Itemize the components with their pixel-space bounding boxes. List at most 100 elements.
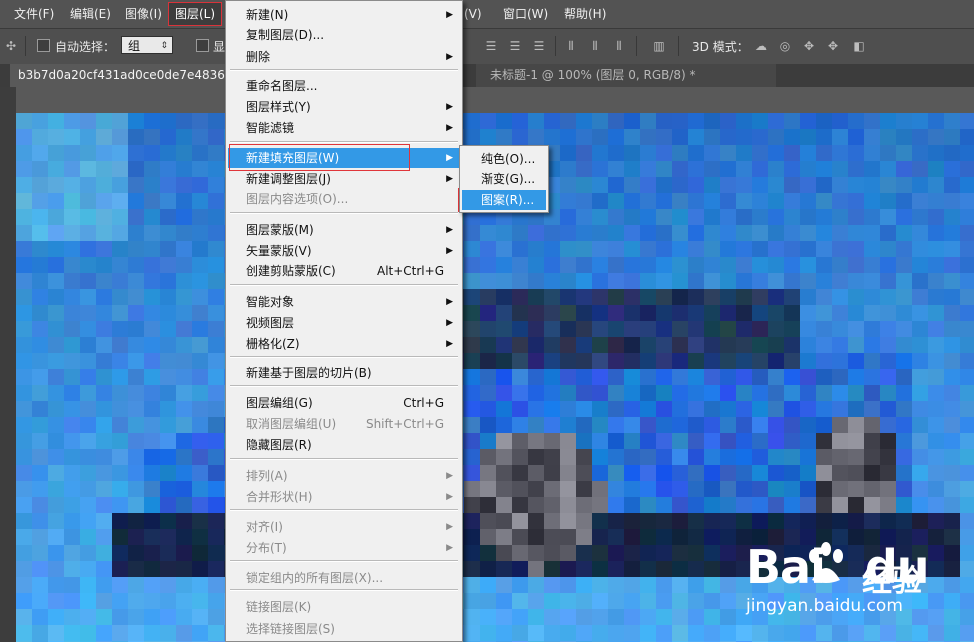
submenu-item-gradient[interactable]: 渐变(G)... (462, 169, 546, 189)
auto-select-checkbox[interactable] (37, 39, 50, 52)
menu-separator (230, 560, 458, 562)
tab-document-1[interactable]: b3b7d0a20cf431ad0ce0de7e4836aca (10, 64, 246, 87)
submenu-arrow-icon: ▶ (446, 339, 453, 349)
menu-item-label: 创建剪贴蒙版(C) (246, 264, 336, 278)
slide-3d-icon[interactable]: ✥ (824, 38, 842, 54)
show-transform-label: 显 (213, 40, 226, 54)
submenu-arrow-icon: ▶ (446, 297, 453, 307)
layer-menu-item[interactable]: 栅格化(Z) ▶ (228, 334, 460, 354)
layer-menu-item[interactable]: 视频图层 ▶ (228, 313, 460, 333)
layer-menu-item[interactable]: 图层编组(G) Ctrl+G (228, 393, 460, 413)
menu-item-label: 视频图层 (246, 316, 295, 330)
layer-menu-item[interactable]: 重命名图层... (228, 76, 460, 96)
fill-layer-submenu: 纯色(O)... 渐变(G)... 图案(R)... (459, 145, 549, 213)
submenu-arrow-icon: ▶ (446, 543, 453, 553)
show-transform-checkbox[interactable] (196, 39, 209, 52)
menu-item-label: 选择链接图层(S) (246, 622, 335, 636)
layer-menu-item[interactable]: 新建调整图层(J) ▶ (228, 169, 460, 189)
menu-image[interactable]: 图像(I) (125, 6, 162, 22)
auto-align-icon[interactable]: ▥ (650, 38, 668, 54)
scale-3d-icon[interactable]: ◧ (850, 38, 868, 54)
menu-separator (230, 458, 458, 460)
mode-3d-label: 3D 模式： (692, 40, 749, 54)
layer-menu-item: 对齐(I) ▶ (228, 517, 460, 537)
layer-menu-item[interactable]: 矢量蒙版(V) ▶ (228, 241, 460, 261)
auto-select-dropdown[interactable]: 组 ⇕ (121, 36, 173, 54)
layer-menu-item[interactable]: 图层样式(Y) ▶ (228, 97, 460, 117)
menu-item-label: 图层内容选项(O)... (246, 192, 349, 206)
tab-document-2-title: 未标题-1 @ 100% (图层 0, RGB/8) * (490, 68, 696, 82)
layer-menu-item: 合并形状(H) ▶ (228, 487, 460, 507)
menu-edit[interactable]: 编辑(E) (70, 6, 111, 22)
submenu-arrow-icon: ▶ (446, 123, 453, 133)
submenu-arrow-icon: ▶ (446, 471, 453, 481)
layer-menu-item: 图层内容选项(O)... (228, 189, 460, 209)
layer-menu-item[interactable]: 删除 ▶ (228, 47, 460, 67)
submenu-arrow-icon: ▶ (446, 522, 453, 532)
divider (678, 36, 679, 56)
menu-help[interactable]: 帮助(H) (564, 6, 606, 22)
document-tab-bar: b3b7d0a20cf431ad0ce0de7e4836aca 未标题-1 @ … (0, 64, 974, 87)
menu-item-label: 排列(A) (246, 469, 288, 483)
align-bottom-icon[interactable]: ☰ (530, 38, 548, 54)
submenu-arrow-icon: ▶ (446, 225, 453, 235)
submenu-item-solid-color[interactable]: 纯色(O)... (462, 149, 546, 169)
menu-item-label: 重命名图层... (246, 79, 318, 93)
annotation-box (229, 144, 410, 171)
align-right-icon[interactable]: ⫴ (610, 38, 628, 54)
align-vcenter-icon[interactable]: ☰ (506, 38, 524, 54)
move-tool-icon[interactable]: ✣ (2, 38, 20, 54)
menu-item-label: 删除 (246, 50, 271, 64)
submenu-item-label: 图案(R)... (481, 193, 535, 207)
menu-item-label: 栅格化(Z) (246, 337, 300, 351)
menu-item-label: 图层编组(G) (246, 396, 313, 410)
paw-logo-icon (809, 542, 843, 583)
menu-item-label: 锁定组内的所有图层(X)... (246, 571, 384, 585)
submenu-arrow-icon: ▶ (446, 246, 453, 256)
rotate-3d-icon[interactable]: ☁ (752, 38, 770, 54)
menu-item-shortcut: Ctrl+G (403, 396, 444, 410)
align-left-icon[interactable]: ⫴ (562, 38, 580, 54)
menu-separator (230, 385, 458, 387)
menu-item-label: 智能滤镜 (246, 121, 295, 135)
submenu-item-label: 纯色(O)... (481, 152, 536, 166)
menu-item-label: 复制图层(D)... (246, 28, 325, 42)
divider (25, 36, 26, 56)
layer-menu-item[interactable]: 智能滤镜 ▶ (228, 118, 460, 138)
submenu-item-pattern[interactable]: 图案(R)... (462, 190, 546, 210)
layer-menu-item[interactable]: 新建(N) ▶ (228, 5, 460, 25)
menu-window[interactable]: 窗口(W) (503, 6, 548, 22)
menu-separator (230, 509, 458, 511)
layer-menu-item[interactable]: 图层蒙版(M) ▶ (228, 220, 460, 240)
menu-item-label: 新建基于图层的切片(B) (246, 366, 372, 380)
layer-menu-item: 取消图层编组(U) Shift+Ctrl+G (228, 414, 460, 434)
menu-separator (230, 141, 458, 143)
roll-3d-icon[interactable]: ◎ (776, 38, 794, 54)
menu-item-label: 取消图层编组(U) (246, 417, 337, 431)
layer-menu-item[interactable]: 隐藏图层(R) (228, 435, 460, 455)
menu-item-shortcut: Alt+Ctrl+G (376, 264, 444, 278)
divider (636, 36, 637, 56)
menu-view[interactable]: (V) (464, 6, 482, 22)
tab-document-1-title: b3b7d0a20cf431ad0ce0de7e4836aca (18, 68, 247, 82)
tab-document-2[interactable]: 未标题-1 @ 100% (图层 0, RGB/8) * (476, 64, 776, 87)
layer-menu-item[interactable]: 复制图层(D)... (228, 25, 460, 45)
submenu-arrow-icon: ▶ (446, 52, 453, 62)
menu-separator (230, 284, 458, 286)
layer-menu-item[interactable]: 新建基于图层的切片(B) (228, 363, 460, 383)
drag-3d-icon[interactable]: ✥ (800, 38, 818, 54)
menu-item-label: 合并形状(H) (246, 490, 313, 504)
layer-menu-item[interactable]: 创建剪贴蒙版(C) Alt+Ctrl+G (228, 261, 460, 281)
submenu-arrow-icon: ▶ (446, 102, 453, 112)
options-bar: ✣ 自动选择： 组 ⇕ 显 ☰ ☰ ☰ ⫴ ⫴ ⫴ ▥ 3D 模式： ☁ ◎ ✥… (0, 28, 974, 65)
align-hcenter-icon[interactable]: ⫴ (586, 38, 604, 54)
auto-select-value: 组 (128, 39, 141, 53)
menu-item-label: 对齐(I) (246, 520, 283, 534)
divider (555, 36, 556, 56)
layer-menu-item[interactable]: 智能对象 ▶ (228, 292, 460, 312)
submenu-item-label: 渐变(G)... (481, 172, 536, 186)
menu-file[interactable]: 文件(F) (14, 6, 54, 22)
menu-layer[interactable]: 图层(L) (168, 2, 223, 26)
align-top-icon[interactable]: ☰ (482, 38, 500, 54)
menu-item-label: 图层蒙版(M) (246, 223, 314, 237)
